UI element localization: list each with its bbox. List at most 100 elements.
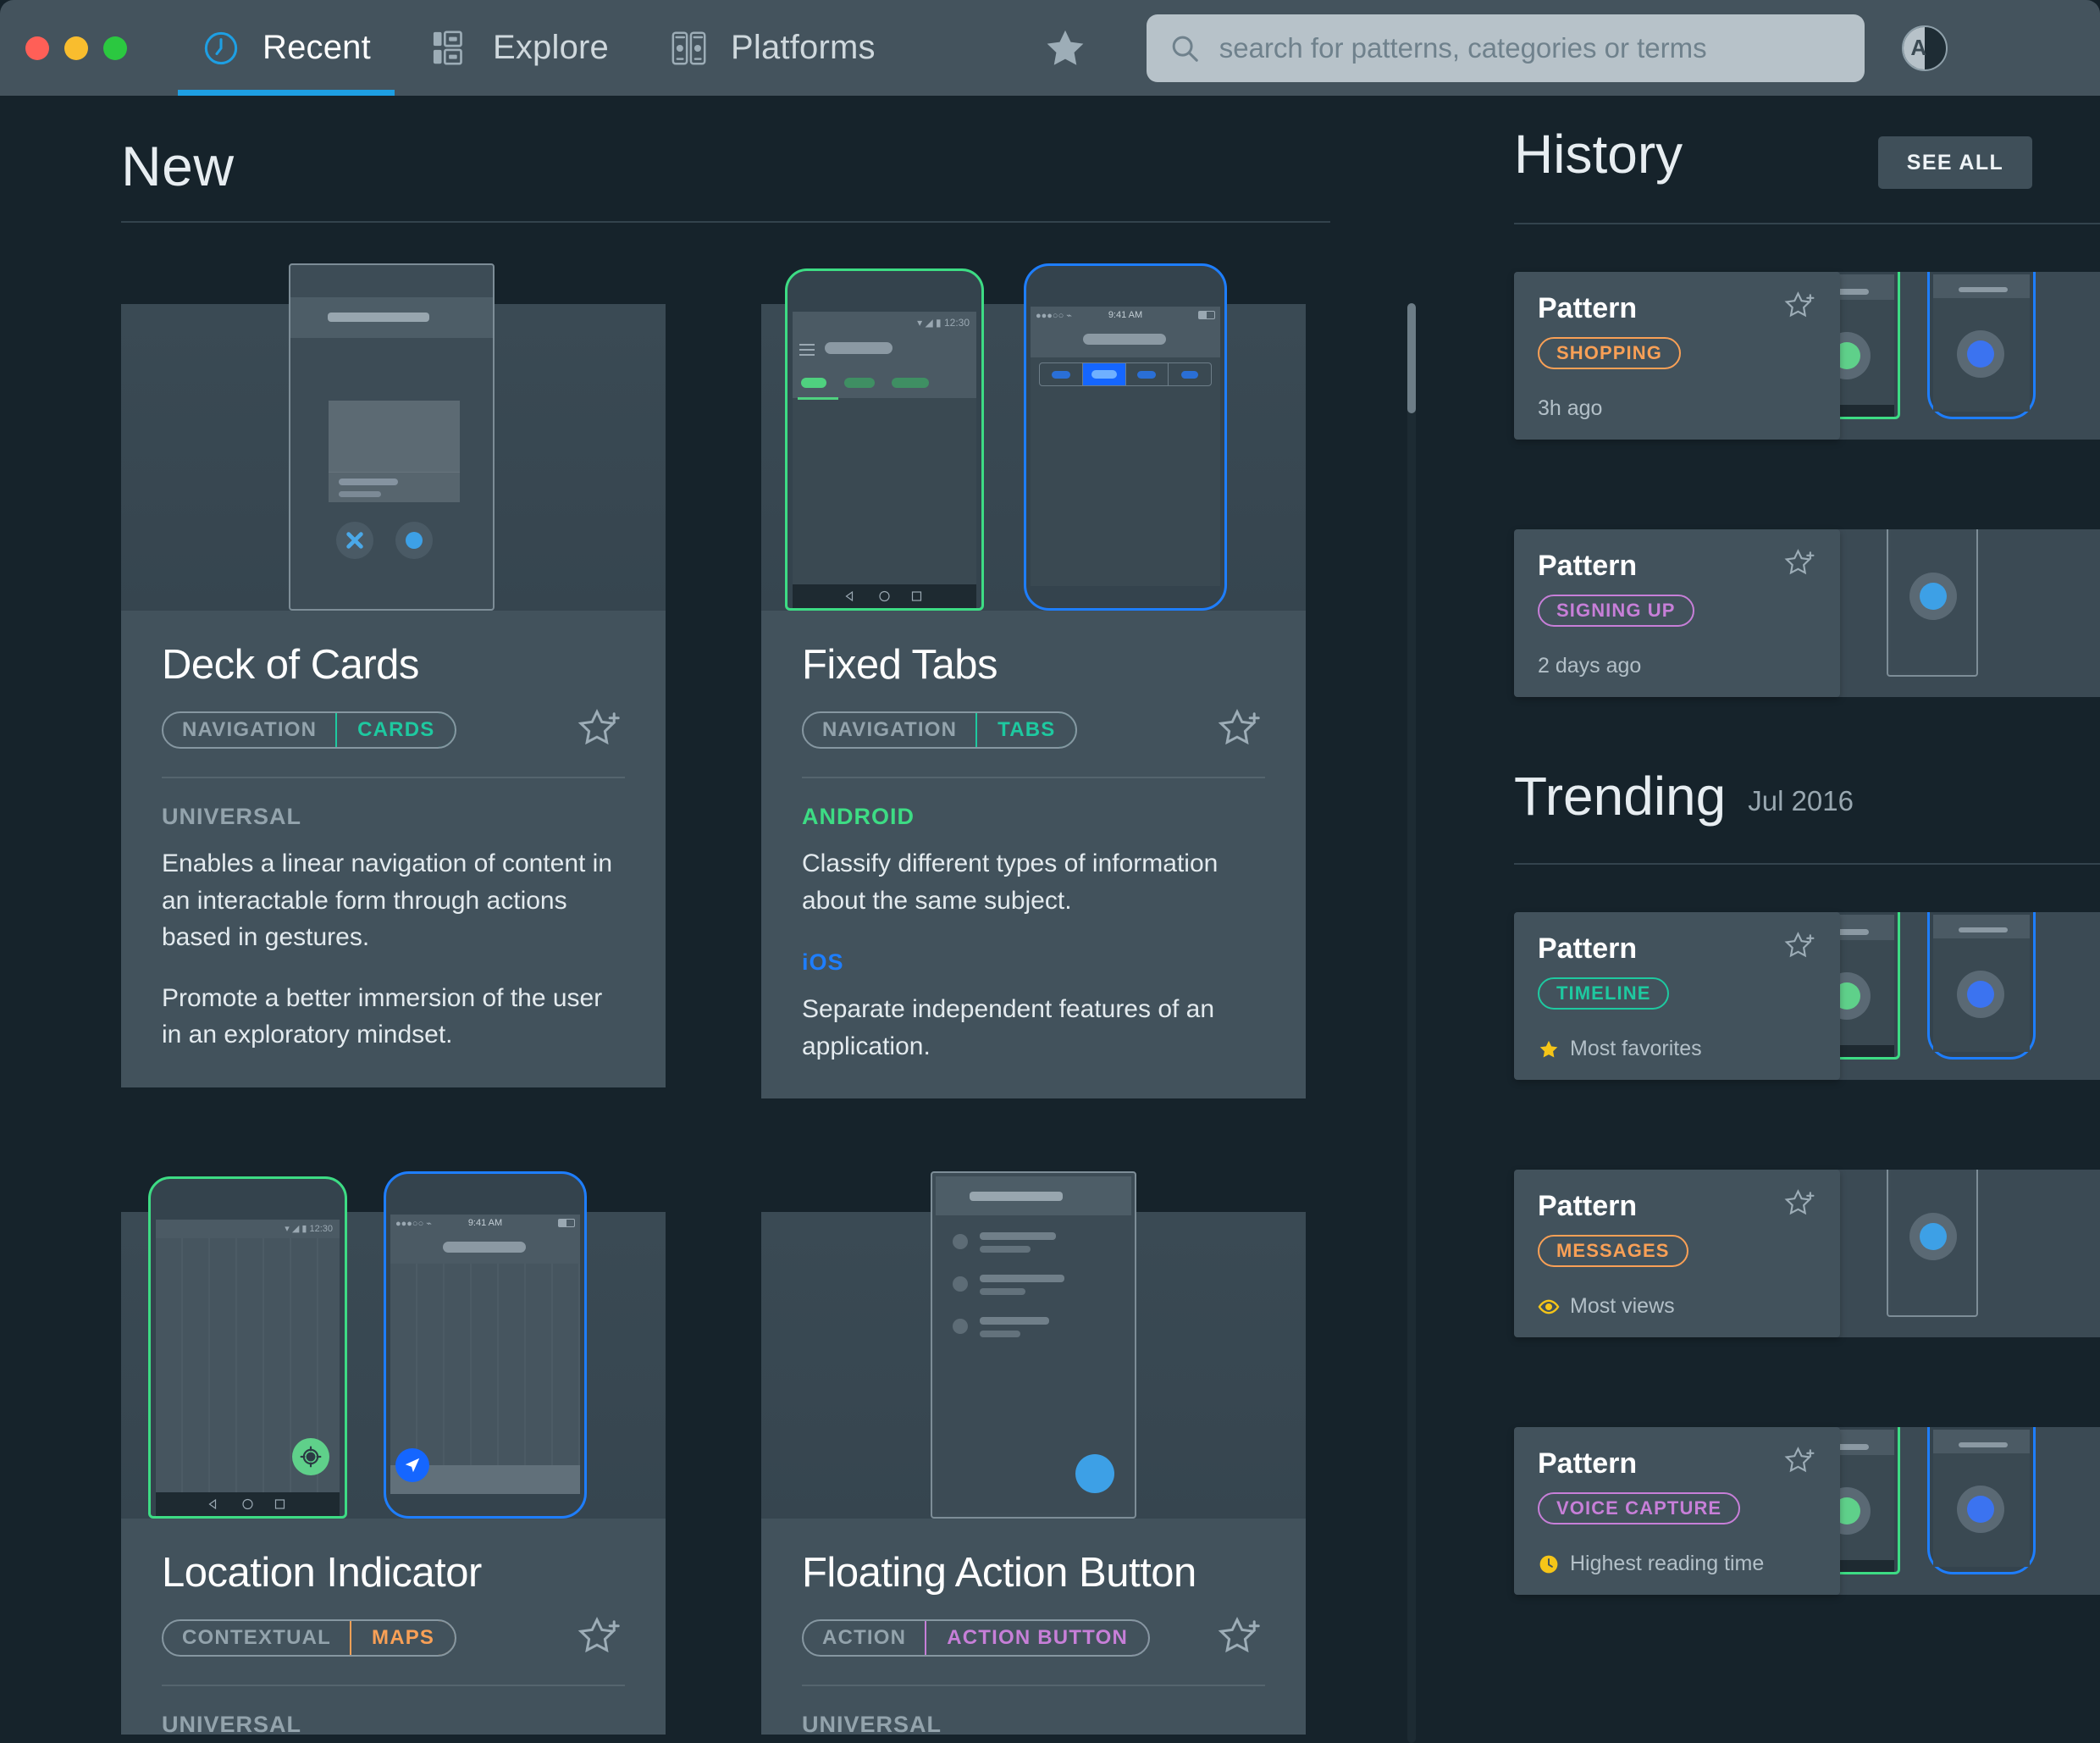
pattern-grid: Deck of Cards NAVIGATION CARDS UNIVERSAL… bbox=[121, 263, 1340, 1735]
add-to-favorites-button[interactable] bbox=[1218, 707, 1265, 753]
history-list-item[interactable]: Pattern SIGNING UP 2 days ago bbox=[1514, 529, 2100, 697]
pattern-card-body: Fixed Tabs NAVIGATION TABS ANDROID Class… bbox=[761, 611, 1306, 1098]
history-item-tag[interactable]: SIGNING UP bbox=[1538, 595, 1694, 627]
pattern-tag-subcategory[interactable]: MAPS bbox=[350, 1621, 456, 1655]
history-item-info: Pattern SIGNING UP 2 days ago bbox=[1514, 529, 1840, 697]
pattern-tags: CONTEXTUAL MAPS bbox=[162, 1619, 457, 1657]
add-to-favorites-button[interactable] bbox=[1784, 1188, 1818, 1220]
star-add-icon bbox=[1784, 549, 1815, 575]
trending-header: Trending Jul 2016 bbox=[1514, 765, 1854, 827]
pattern-platform-block: ANDROID Classify different types of info… bbox=[802, 804, 1265, 919]
trending-item-meta: Most views bbox=[1538, 1294, 1675, 1319]
favorites-button[interactable] bbox=[1042, 25, 1089, 71]
scrollbar-track[interactable] bbox=[1407, 303, 1416, 1743]
pattern-card-fixed-tabs[interactable]: ▾ ◢ ▮ 12:30 ●●●○○ ⌁ 9:41 AM Fixed Tabs N… bbox=[761, 263, 1306, 1098]
pattern-tag-category[interactable]: NAVIGATION bbox=[163, 713, 335, 747]
phone-mockup-android: ▾ ◢ ▮ 12:30 bbox=[148, 1176, 347, 1519]
minimize-window-button[interactable] bbox=[64, 36, 88, 60]
trending-item-info: Pattern TIMELINE Most favorites bbox=[1514, 912, 1840, 1080]
pattern-description: Enables a linear navigation of content i… bbox=[162, 849, 613, 951]
star-add-icon bbox=[578, 708, 620, 745]
deck-of-cards-mockup bbox=[121, 263, 666, 611]
add-to-favorites-button[interactable] bbox=[1784, 931, 1818, 963]
main-scrollbar[interactable] bbox=[1397, 96, 1424, 1743]
tab-platforms[interactable]: Platforms bbox=[639, 0, 906, 96]
add-to-favorites-button[interactable] bbox=[1784, 1446, 1818, 1478]
add-to-favorites-button[interactable] bbox=[1218, 1615, 1265, 1661]
tab-recent[interactable]: Recent bbox=[171, 0, 401, 96]
history-item-tag[interactable]: SHOPPING bbox=[1538, 337, 1681, 369]
pattern-grid-row: ▾ ◢ ▮ 12:30 ●●●○○ ⌁ 9:41 AM Location Ind… bbox=[121, 1171, 1340, 1735]
clock-filled-icon bbox=[1538, 1553, 1560, 1575]
search-input[interactable] bbox=[1219, 31, 1843, 64]
eye-icon bbox=[1538, 1296, 1560, 1318]
section-divider bbox=[121, 221, 1330, 223]
pattern-tag-category[interactable]: ACTION bbox=[804, 1621, 925, 1655]
location-indicator-mockup: ▾ ◢ ▮ 12:30 ●●●○○ ⌁ 9:41 AM bbox=[121, 1171, 666, 1519]
trending-item-tag[interactable]: VOICE CAPTURE bbox=[1538, 1492, 1741, 1524]
trending-item-tag[interactable]: TIMELINE bbox=[1538, 977, 1670, 1010]
history-item-meta: 3h ago bbox=[1538, 396, 1602, 421]
pattern-description: Classify different types of information … bbox=[802, 849, 1219, 915]
pattern-card-body: Floating Action Button ACTION ACTION BUT… bbox=[761, 1519, 1306, 1735]
pattern-tag-category[interactable]: CONTEXTUAL bbox=[163, 1621, 350, 1655]
add-to-favorites-button[interactable] bbox=[578, 1615, 625, 1661]
main-navigation: Recent Explore Platforms bbox=[171, 0, 906, 96]
phone-mockup-ios: ●●●○○ ⌁ 9:41 AM bbox=[384, 1171, 587, 1519]
account-toggle[interactable]: A bbox=[1901, 25, 1948, 71]
history-item-title: Pattern bbox=[1538, 292, 1638, 324]
trending-item-title: Pattern bbox=[1538, 1190, 1638, 1222]
see-all-button[interactable]: SEE ALL bbox=[1878, 136, 2032, 189]
pattern-platform-block: UNIVERSAL Enables a linear navigation of… bbox=[162, 804, 625, 1054]
pattern-tag-subcategory[interactable]: CARDS bbox=[335, 713, 456, 747]
fixed-tabs-mockup: ▾ ◢ ▮ 12:30 ●●●○○ ⌁ 9:41 AM bbox=[761, 263, 1306, 611]
trending-item-meta: Highest reading time bbox=[1538, 1552, 1764, 1576]
history-list-item[interactable]: Pattern SHOPPING 3h ago bbox=[1514, 272, 2100, 440]
trending-item-info: Pattern VOICE CAPTURE Highest reading ti… bbox=[1514, 1427, 1840, 1595]
pattern-tag-category[interactable]: NAVIGATION bbox=[804, 713, 975, 747]
pattern-card-floating-action-button[interactable]: Floating Action Button ACTION ACTION BUT… bbox=[761, 1171, 1306, 1735]
main-content-column: New Deck of Cards NAVIGATION CARDS UNIVE… bbox=[0, 96, 1397, 1735]
close-action-icon bbox=[336, 522, 373, 559]
search-bar[interactable] bbox=[1146, 14, 1865, 82]
my-location-icon bbox=[292, 1438, 329, 1475]
maximize-window-button[interactable] bbox=[103, 36, 127, 60]
platform-label: UNIVERSAL bbox=[162, 1712, 302, 1735]
phone-mockup-ios: ●●●○○ ⌁ 9:41 AM bbox=[1024, 263, 1227, 611]
pattern-description: Promote a better immersion of the user i… bbox=[162, 983, 603, 1049]
phone-mockup-ios bbox=[1927, 1427, 2036, 1574]
pattern-card-body: Location Indicator CONTEXTUAL MAPS UNIVE… bbox=[121, 1519, 666, 1735]
scrollbar-thumb[interactable] bbox=[1407, 303, 1416, 413]
pattern-grid-row: Deck of Cards NAVIGATION CARDS UNIVERSAL… bbox=[121, 263, 1340, 1098]
phone-mockup-ios bbox=[1927, 272, 2036, 419]
add-to-favorites-button[interactable] bbox=[578, 707, 625, 753]
pattern-tags: NAVIGATION TABS bbox=[802, 711, 1078, 749]
close-window-button[interactable] bbox=[25, 36, 49, 60]
pattern-tags: ACTION ACTION BUTTON bbox=[802, 1619, 1151, 1657]
history-title: History bbox=[1514, 124, 1683, 185]
pattern-tag-subcategory[interactable]: ACTION BUTTON bbox=[925, 1621, 1149, 1655]
pattern-tags: NAVIGATION CARDS bbox=[162, 711, 457, 749]
trending-item-tag[interactable]: MESSAGES bbox=[1538, 1235, 1688, 1267]
add-to-favorites-button[interactable] bbox=[1784, 548, 1818, 580]
history-item-info: Pattern SHOPPING 3h ago bbox=[1514, 272, 1840, 440]
trending-list-item[interactable]: Pattern MESSAGES Most views bbox=[1514, 1170, 2100, 1337]
add-to-favorites-button[interactable] bbox=[1784, 290, 1818, 323]
trending-list-item[interactable]: Pattern TIMELINE Most favorites bbox=[1514, 912, 2100, 1080]
devices-icon bbox=[670, 29, 709, 68]
pattern-card-location-indicator[interactable]: ▾ ◢ ▮ 12:30 ●●●○○ ⌁ 9:41 AM Location Ind… bbox=[121, 1171, 666, 1735]
history-divider bbox=[1514, 223, 2100, 224]
trending-item-metric: Most favorites bbox=[1570, 1037, 1702, 1060]
pattern-platform-block: UNIVERSAL Allow the user to be informed … bbox=[162, 1712, 625, 1735]
pattern-tag-subcategory[interactable]: TABS bbox=[975, 713, 1076, 747]
platform-label: iOS bbox=[802, 949, 844, 975]
pattern-card-deck-of-cards[interactable]: Deck of Cards NAVIGATION CARDS UNIVERSAL… bbox=[121, 263, 666, 1098]
star-add-icon bbox=[1784, 291, 1815, 318]
trending-list-item[interactable]: Pattern VOICE CAPTURE Highest reading ti… bbox=[1514, 1427, 2100, 1595]
phone-mockup-plain bbox=[289, 263, 495, 611]
phone-mockup-plain bbox=[1887, 529, 1978, 677]
pattern-title: Location Indicator bbox=[162, 1550, 482, 1596]
phone-mockup-plain bbox=[1887, 1170, 1978, 1317]
history-item-time: 2 days ago bbox=[1538, 654, 1642, 678]
tab-explore[interactable]: Explore bbox=[401, 0, 639, 96]
